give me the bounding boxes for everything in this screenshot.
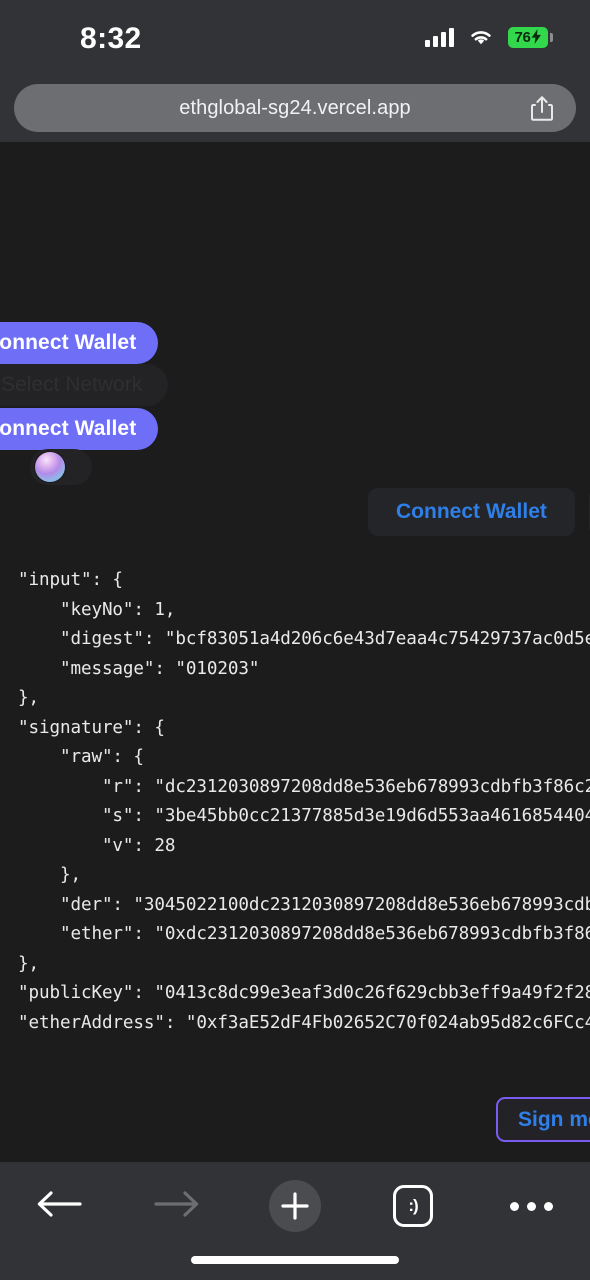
address-bar-url: ethglobal-sg24.vercel.app — [179, 96, 411, 119]
smiley-tabs-icon: :) — [393, 1185, 433, 1227]
forward-button[interactable] — [118, 1168, 236, 1244]
plus-icon — [269, 1180, 321, 1232]
new-tab-button[interactable] — [236, 1168, 354, 1244]
address-bar[interactable]: ethglobal-sg24.vercel.app — [14, 84, 576, 132]
charging-bolt-icon — [531, 28, 542, 46]
sign-message-button[interactable]: Sign me — [496, 1097, 590, 1142]
signature-json-output: "input": { "keyNo": 1, "digest": "bcf830… — [18, 570, 590, 1033]
share-icon[interactable] — [530, 95, 554, 121]
status-bar: 8:32 76 — [0, 0, 590, 70]
back-button[interactable] — [0, 1168, 118, 1244]
connect-wallet-button-primary-1[interactable]: Connect Wallet — [0, 322, 159, 364]
home-indicator[interactable] — [191, 1256, 399, 1264]
arrow-right-icon — [154, 1188, 200, 1225]
status-indicators: 76 — [425, 24, 553, 50]
wallet-avatar-sphere — [35, 452, 65, 482]
wifi-icon — [468, 27, 494, 47]
connect-wallet-chip-1[interactable]: Connect Wallet — [368, 488, 575, 536]
browser-toolbar-top: ethglobal-sg24.vercel.app — [0, 70, 590, 142]
connect-wallet-button-primary-2[interactable]: Connect Wallet — [0, 408, 159, 450]
tabs-glyph: :) — [408, 1196, 418, 1215]
select-network-button[interactable]: Select Network — [0, 364, 169, 406]
select-network-label: Select Network — [1, 373, 143, 396]
arrow-left-icon — [36, 1188, 82, 1225]
connect-wallet-chip-row: Connect Wallet C — [368, 488, 590, 536]
web-page-viewport: Connect Wallet Select Network Connect Wa… — [0, 142, 590, 1162]
browser-toolbar-bottom: :) — [0, 1162, 590, 1280]
battery-percent: 76 — [514, 28, 531, 46]
tabs-button[interactable]: :) — [354, 1168, 472, 1244]
phone-screen: 8:32 76 ethglobal-sg24.vercel.app onnect… — [0, 0, 590, 1280]
more-menu-button[interactable] — [472, 1168, 590, 1244]
cellular-signal-icon — [425, 27, 454, 47]
battery-charging-icon: 76 — [508, 26, 553, 48]
status-clock: 8:32 — [80, 22, 142, 55]
wallet-avatar[interactable] — [30, 449, 92, 485]
ellipsis-icon — [509, 1201, 553, 1211]
